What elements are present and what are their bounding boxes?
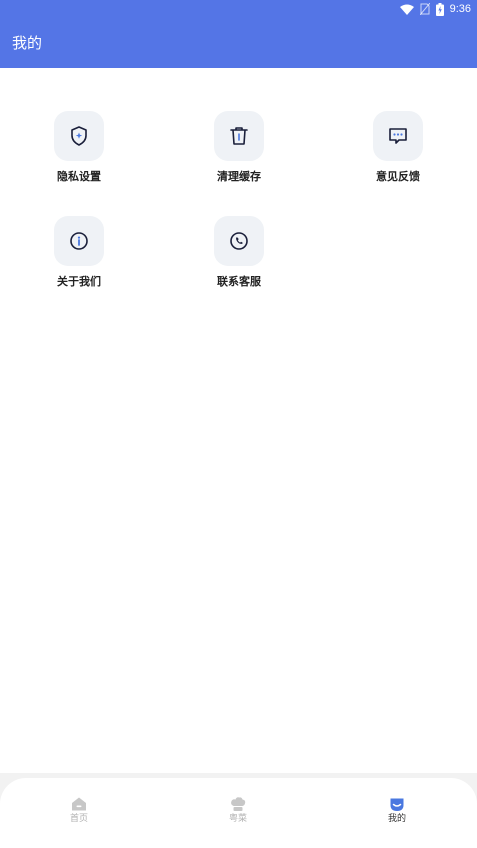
- nav-label-home: 首页: [69, 814, 88, 824]
- no-sim-icon: [419, 3, 430, 15]
- home-icon: [72, 797, 86, 811]
- menu-item-contact-service[interactable]: 联系客服: [194, 216, 284, 306]
- menu-item-label: 意见反馈: [376, 170, 420, 183]
- trash-icon: [230, 127, 248, 145]
- icon-tile: [214, 216, 264, 266]
- wifi-icon: [399, 4, 414, 15]
- page-title: 我的: [12, 34, 43, 52]
- nav-item-cantonese[interactable]: 粤菜: [188, 778, 288, 848]
- chat-icon: [389, 128, 407, 144]
- nav-label-cantonese: 粤菜: [228, 814, 247, 824]
- nav-item-home[interactable]: 首页: [29, 778, 129, 848]
- menu-item-clear-cache[interactable]: 清理缓存: [194, 111, 284, 201]
- icon-tile: [54, 216, 104, 266]
- bottom-nav-bar: 首页 粤菜 我的: [0, 778, 477, 848]
- icon-tile: [373, 111, 423, 161]
- nav-label-mine: 我的: [387, 814, 406, 824]
- menu-item-privacy-settings[interactable]: 隐私设置: [34, 111, 124, 201]
- menu-item-label: 隐私设置: [57, 170, 101, 183]
- icon-tile: [214, 111, 264, 161]
- battery-icon: [435, 2, 444, 16]
- app-bar: 我的: [0, 18, 477, 68]
- status-icons: 9:36: [399, 2, 471, 16]
- menu-item-about-us[interactable]: 关于我们: [34, 216, 124, 306]
- phone-icon: [230, 232, 248, 250]
- menu-item-feedback[interactable]: 意见反馈: [353, 111, 443, 201]
- nav-item-mine[interactable]: 我的: [347, 778, 447, 848]
- shield-icon: [71, 126, 87, 146]
- status-time: 9:36: [449, 3, 471, 15]
- status-bar: 9:36: [0, 0, 477, 18]
- menu-item-label: 联系客服: [217, 275, 261, 288]
- menu-item-label: 关于我们: [57, 275, 101, 288]
- bottom-nav: 首页 粤菜 我的: [0, 773, 477, 848]
- icon-tile: [54, 111, 104, 161]
- menu-item-label: 清理缓存: [217, 170, 261, 183]
- profile-icon: [390, 798, 404, 811]
- chef-hat-icon: [231, 797, 246, 811]
- info-icon: [70, 232, 88, 250]
